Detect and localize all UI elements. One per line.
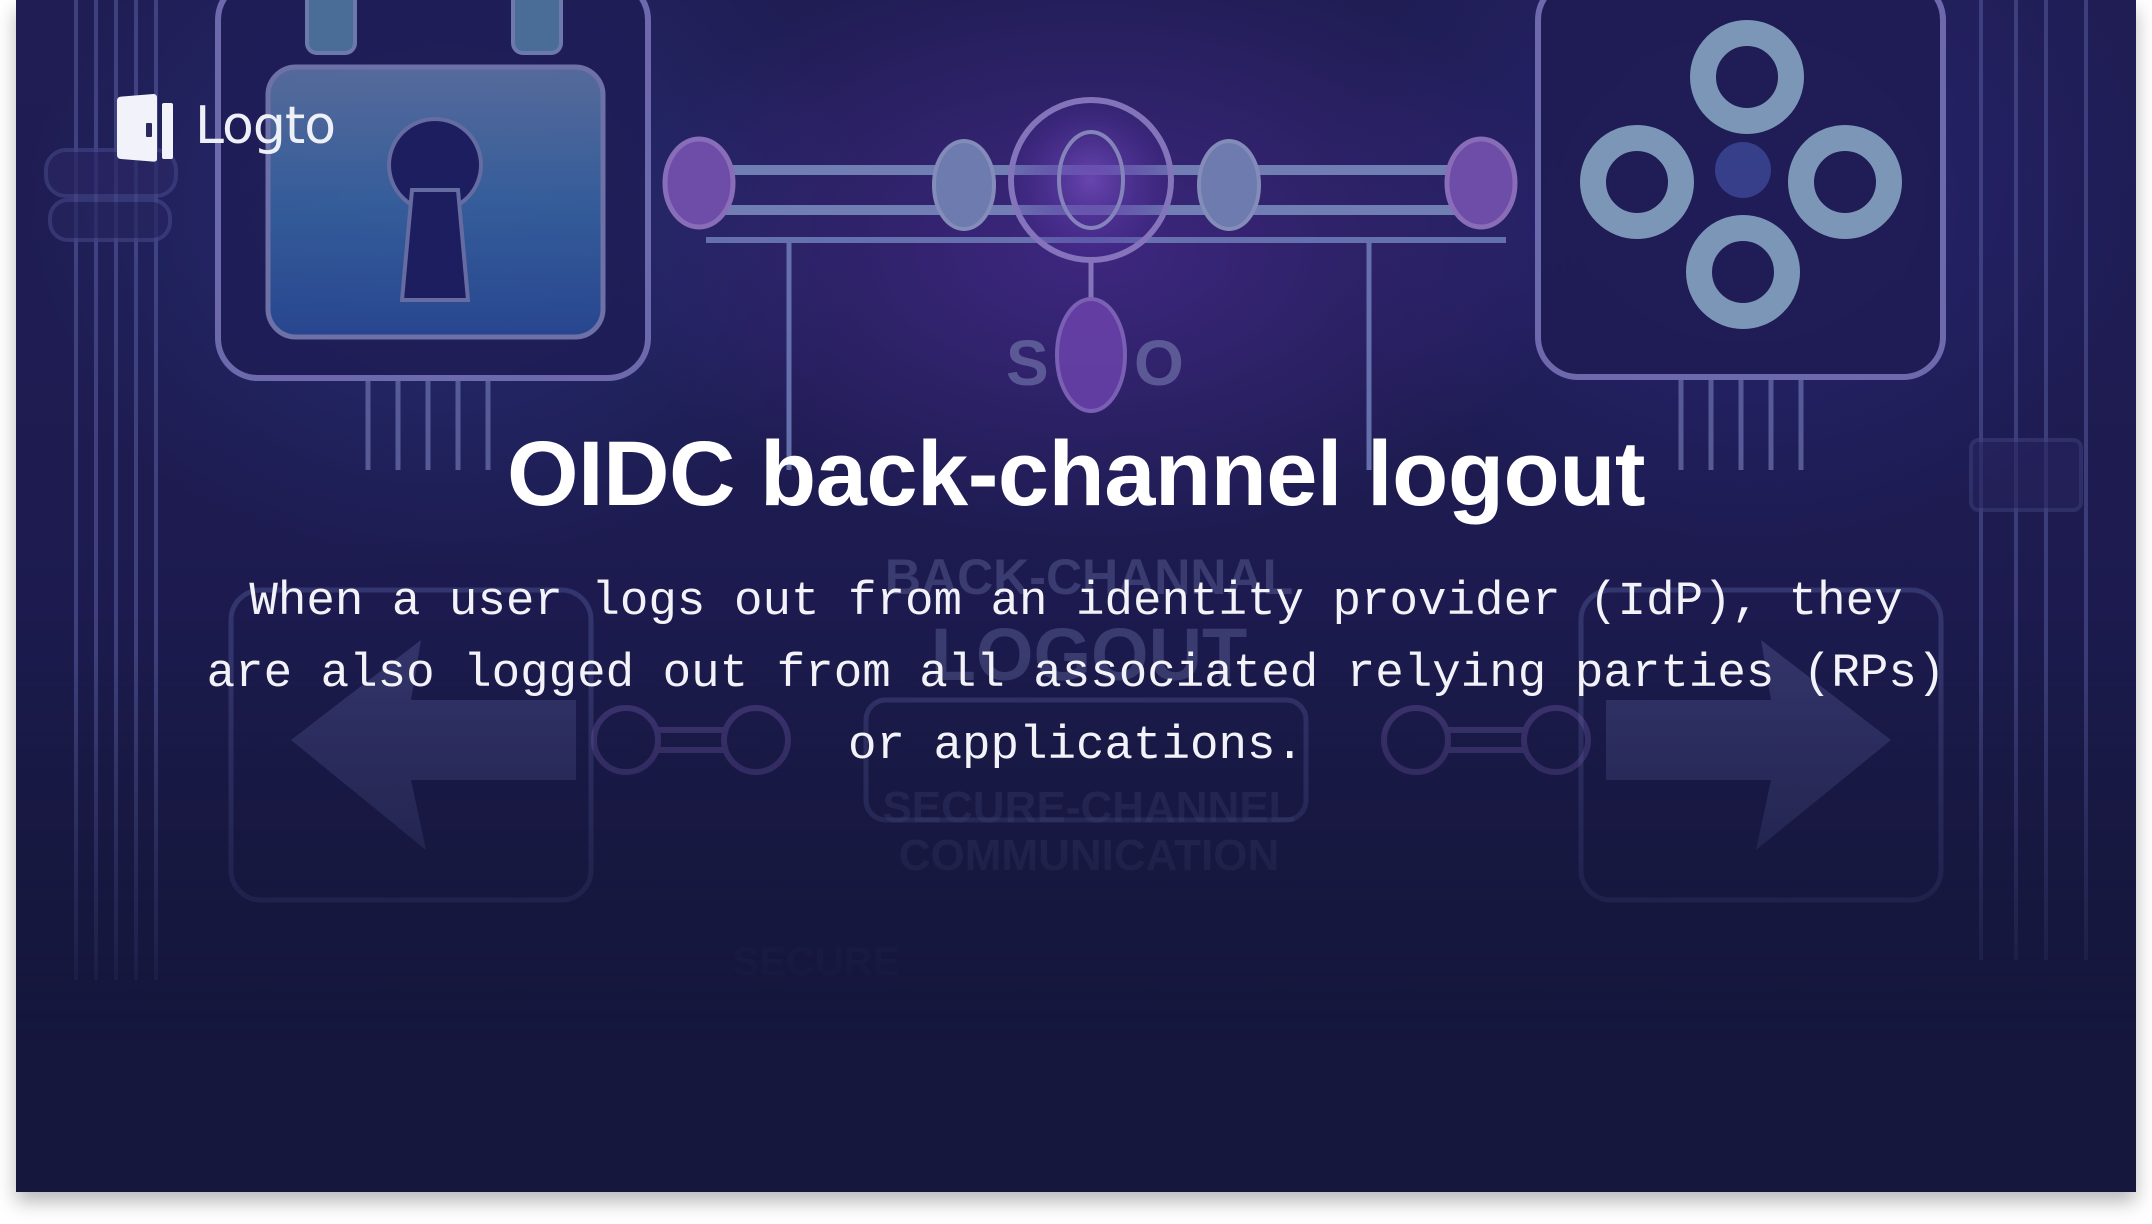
brand-logo: Logto [115,92,336,164]
page-description: When a user logs out from an identity pr… [206,575,1946,773]
cover-card: S O BACK-CHANNAL LOGOUT SECURE-CHANNEL C… [16,0,2136,1192]
door-icon [117,93,173,162]
page-title: OIDC back-channel logout [506,423,1646,525]
brand-name: Logto [195,96,336,156]
